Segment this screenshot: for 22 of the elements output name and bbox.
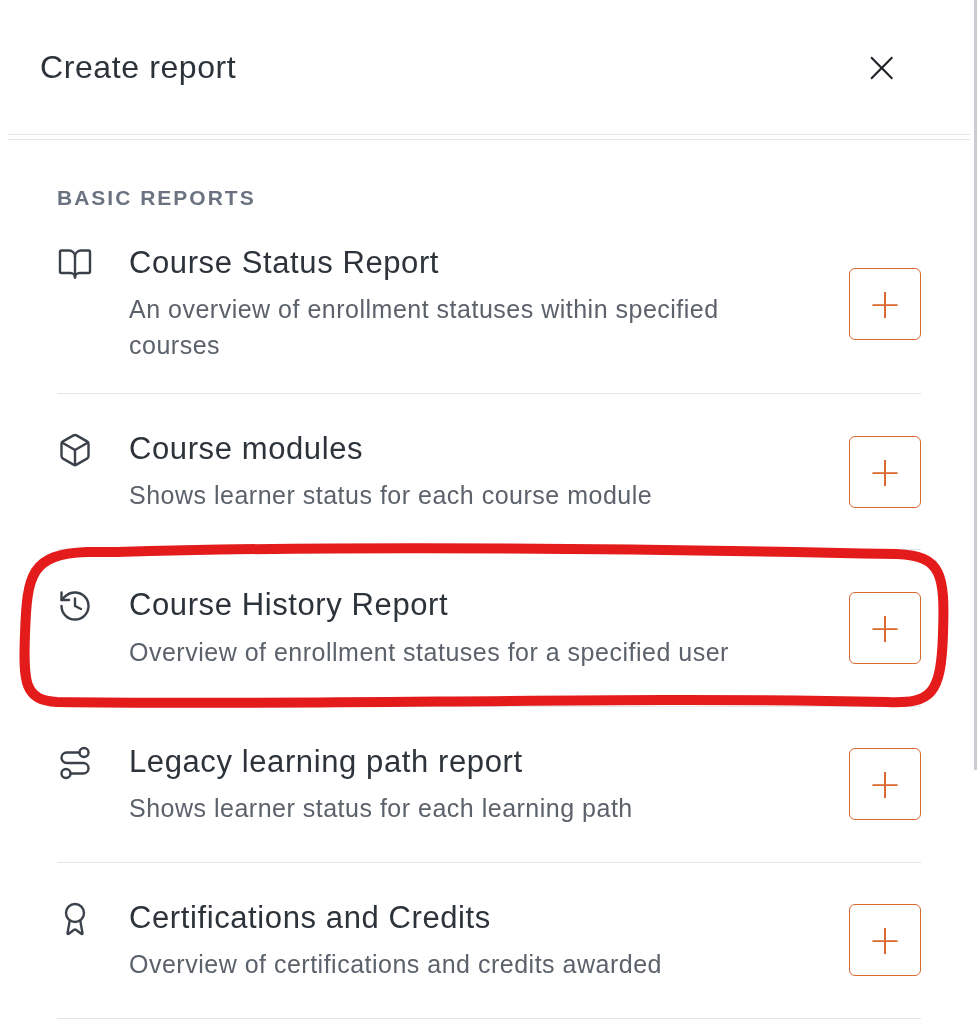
- report-description: Shows learner status for each course module: [129, 480, 654, 512]
- close-button[interactable]: ×: [863, 45, 900, 89]
- book-icon: [57, 246, 93, 282]
- report-title: Legacy learning path report: [129, 742, 524, 780]
- route-icon: [57, 744, 93, 781]
- cube-icon: [57, 432, 93, 469]
- add-button[interactable]: +: [849, 591, 921, 664]
- add-button[interactable]: +: [849, 748, 921, 821]
- report-description: Shows learner status for each learning path: [129, 792, 634, 824]
- section-heading: BASIC REPORTS: [57, 186, 257, 210]
- report-description: An overview of enrollment statuses within specified courses: [129, 294, 720, 362]
- scrollbar[interactable]: [974, 0, 977, 770]
- report-title: Certifications and Credits: [129, 898, 492, 936]
- add-button[interactable]: +: [849, 435, 921, 508]
- report-title: Course Status Report: [129, 244, 441, 282]
- report-title: Course modules: [129, 430, 365, 468]
- report-description: Overview of enrollment statuses for a specified user: [129, 636, 730, 668]
- dialog-title: Create report: [40, 48, 237, 86]
- report-title: Course History Report: [129, 586, 450, 624]
- add-button[interactable]: +: [849, 267, 921, 340]
- report-description: Overview of certifications and credits awarded: [129, 948, 663, 980]
- add-button[interactable]: +: [849, 904, 921, 977]
